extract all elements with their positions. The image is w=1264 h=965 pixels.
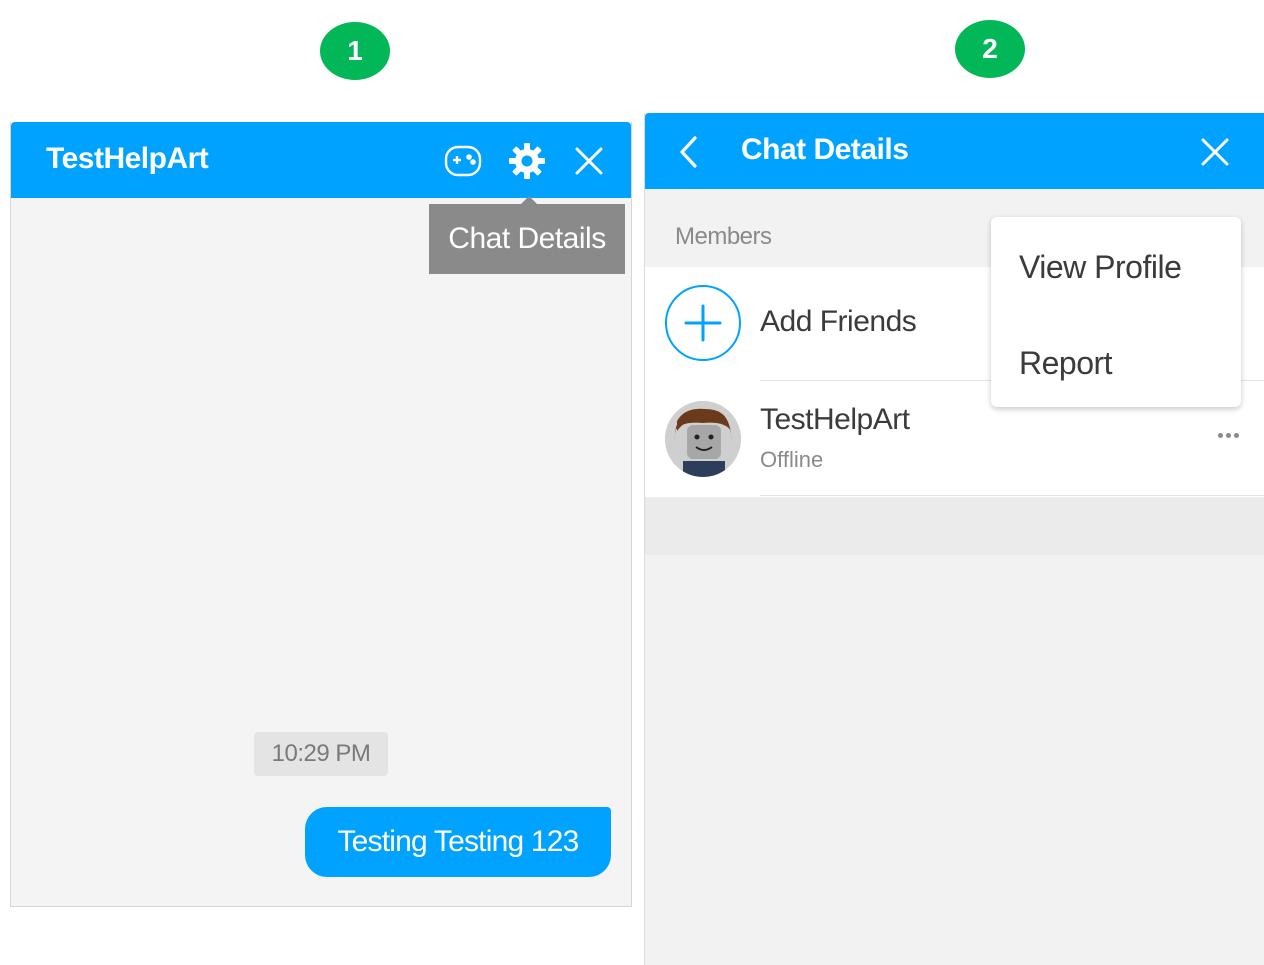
- member-status: Offline: [760, 447, 824, 472]
- step-badge-1: 1: [320, 22, 390, 80]
- chat-details-tooltip: Chat Details: [429, 196, 625, 274]
- plus-icon: [665, 285, 741, 361]
- game-controller-icon[interactable]: [443, 142, 483, 180]
- chat-details-panel: Chat Details Members Add Friends TestHel…: [644, 113, 1264, 965]
- avatar: [665, 401, 741, 477]
- back-icon[interactable]: [669, 133, 709, 171]
- message-timestamp: 10:29 PM: [254, 732, 388, 776]
- chat-window: TestHelpArt Chat Details 10:29 PM Testin…: [10, 122, 632, 907]
- add-friends-label: Add Friends: [760, 305, 917, 338]
- close-icon[interactable]: [1195, 133, 1235, 171]
- member-options-menu: View Profile Report: [991, 217, 1241, 407]
- member-name: TestHelpArt: [760, 403, 910, 436]
- view-profile-menu-item[interactable]: View Profile: [991, 227, 1241, 307]
- details-header: Chat Details: [645, 113, 1264, 189]
- close-icon[interactable]: [569, 142, 609, 180]
- divider: [760, 495, 1264, 496]
- report-menu-item[interactable]: Report: [991, 323, 1241, 403]
- gear-icon[interactable]: [507, 142, 547, 180]
- sent-message-bubble: Testing Testing 123: [305, 807, 611, 877]
- members-section-label: Members: [675, 223, 772, 250]
- details-background-band: [645, 497, 1264, 555]
- chat-header: TestHelpArt: [11, 122, 631, 198]
- page: 1 2 TestHelpArt Chat Details 10:29 PM Te…: [0, 0, 1264, 965]
- more-options-icon[interactable]: [1211, 425, 1245, 445]
- step-badge-2: 2: [955, 20, 1025, 78]
- details-title: Chat Details: [741, 133, 909, 166]
- chat-title: TestHelpArt: [46, 142, 209, 175]
